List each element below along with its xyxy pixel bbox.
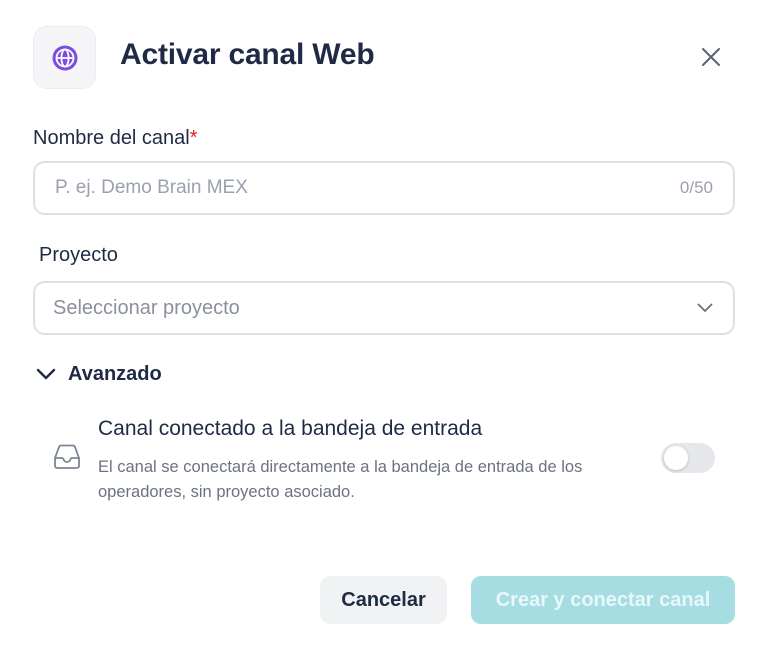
inbox-option-title: Canal conectado a la bandeja de entrada — [98, 417, 483, 440]
inbox-connection-toggle[interactable] — [661, 443, 715, 473]
chevron-down-icon — [36, 368, 56, 380]
chevron-down-icon — [697, 303, 713, 313]
advanced-label: Avanzado — [68, 362, 162, 385]
close-button[interactable] — [697, 43, 725, 71]
inbox-option-description: El canal se conectará directamente a la … — [98, 458, 583, 501]
channel-icon-tile — [33, 26, 96, 89]
channel-name-field[interactable]: 0/50 — [33, 161, 735, 215]
project-select[interactable]: Seleccionar proyecto — [33, 281, 735, 335]
project-select-placeholder: Seleccionar proyecto — [53, 296, 240, 319]
channel-name-input[interactable] — [35, 177, 680, 199]
cancel-button[interactable]: Cancelar — [320, 576, 447, 624]
activate-web-channel-dialog: Activar canal Web Nombre del canal* 0/50… — [0, 0, 764, 648]
channel-name-label: Nombre del canal* — [33, 127, 198, 150]
character-counter: 0/50 — [679, 178, 713, 197]
toggle-knob — [664, 446, 688, 470]
project-label: Proyecto — [39, 244, 118, 266]
close-icon[interactable] — [701, 47, 721, 67]
advanced-toggle[interactable]: Avanzado — [36, 360, 162, 388]
inbox-icon — [53, 444, 81, 475]
channel-name-label-text: Nombre del canal — [33, 127, 190, 149]
create-and-connect-button[interactable]: Crear y conectar canal — [471, 576, 735, 624]
dialog-title: Activar canal Web — [120, 38, 375, 71]
required-mark: * — [189, 127, 198, 149]
globe-icon — [52, 45, 77, 70]
